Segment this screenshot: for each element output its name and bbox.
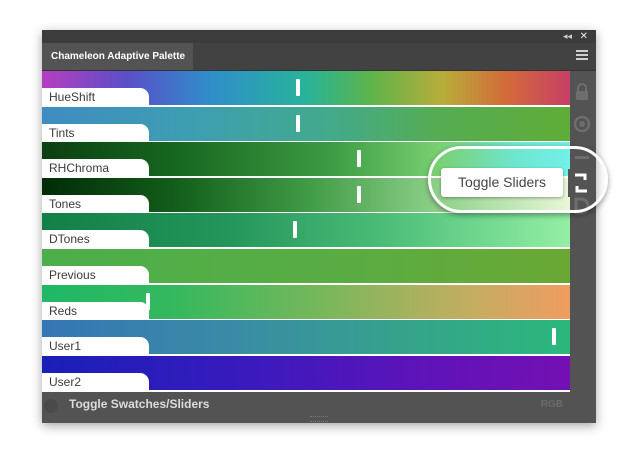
slider-row-dtones[interactable]: DTones bbox=[42, 213, 570, 250]
lock-icon[interactable] bbox=[572, 82, 592, 102]
slider-handle[interactable] bbox=[293, 221, 298, 239]
collapse-icon[interactable]: ◂◂ bbox=[563, 30, 572, 43]
slider-row-previous[interactable]: Previous bbox=[42, 249, 570, 285]
color-mode-label: RGB bbox=[540, 399, 563, 410]
slider-row-label: User2 bbox=[42, 372, 149, 390]
chameleon-panel: ◂◂ ✕ Chameleon Adaptive Palette HueShift… bbox=[42, 30, 596, 423]
slider-row-label: User1 bbox=[42, 337, 149, 355]
panel-footer: Toggle Swatches/Sliders RGB bbox=[42, 393, 596, 423]
tab-chameleon-adaptive-palette[interactable]: Chameleon Adaptive Palette bbox=[42, 43, 193, 70]
slider-row-tints[interactable]: Tints bbox=[42, 106, 570, 143]
slider-handle[interactable] bbox=[296, 114, 301, 132]
target-icon[interactable] bbox=[572, 114, 592, 134]
footer-toggle-icon[interactable] bbox=[44, 399, 58, 413]
slider-handle[interactable] bbox=[356, 185, 361, 203]
panel-tabbar: Chameleon Adaptive Palette bbox=[42, 43, 596, 71]
resize-grip[interactable] bbox=[310, 416, 328, 422]
slider-row-label: Reds bbox=[42, 301, 149, 319]
slider-handle[interactable] bbox=[356, 150, 361, 168]
close-icon[interactable]: ✕ bbox=[580, 30, 588, 43]
slider-row-label: Tints bbox=[42, 123, 149, 141]
slider-row-reds[interactable]: Reds bbox=[42, 284, 570, 321]
slider-handle[interactable] bbox=[145, 292, 150, 310]
slider-row-label: RHChroma bbox=[42, 159, 149, 177]
toggle-sliders-icon[interactable] bbox=[568, 169, 594, 197]
panel-titlebar: ◂◂ ✕ bbox=[42, 30, 596, 43]
toggle-swatches-sliders-button[interactable]: Toggle Swatches/Sliders bbox=[69, 397, 209, 411]
slider-row-user2[interactable]: User2 bbox=[42, 355, 570, 392]
slider-row-hueshift[interactable]: HueShift bbox=[42, 71, 570, 107]
slider-row-label: HueShift bbox=[42, 88, 149, 105]
panel-menu-icon[interactable] bbox=[576, 50, 588, 62]
slider-row-user1[interactable]: User1 bbox=[42, 320, 570, 357]
slider-handle[interactable] bbox=[552, 328, 557, 346]
slider-row-label: DTones bbox=[42, 230, 149, 248]
toggle-sliders-tooltip: Toggle Sliders bbox=[441, 168, 563, 197]
slider-handle[interactable] bbox=[296, 79, 301, 96]
slider-row-label: Previous bbox=[42, 266, 149, 283]
slider-row-label: Tones bbox=[42, 194, 149, 212]
